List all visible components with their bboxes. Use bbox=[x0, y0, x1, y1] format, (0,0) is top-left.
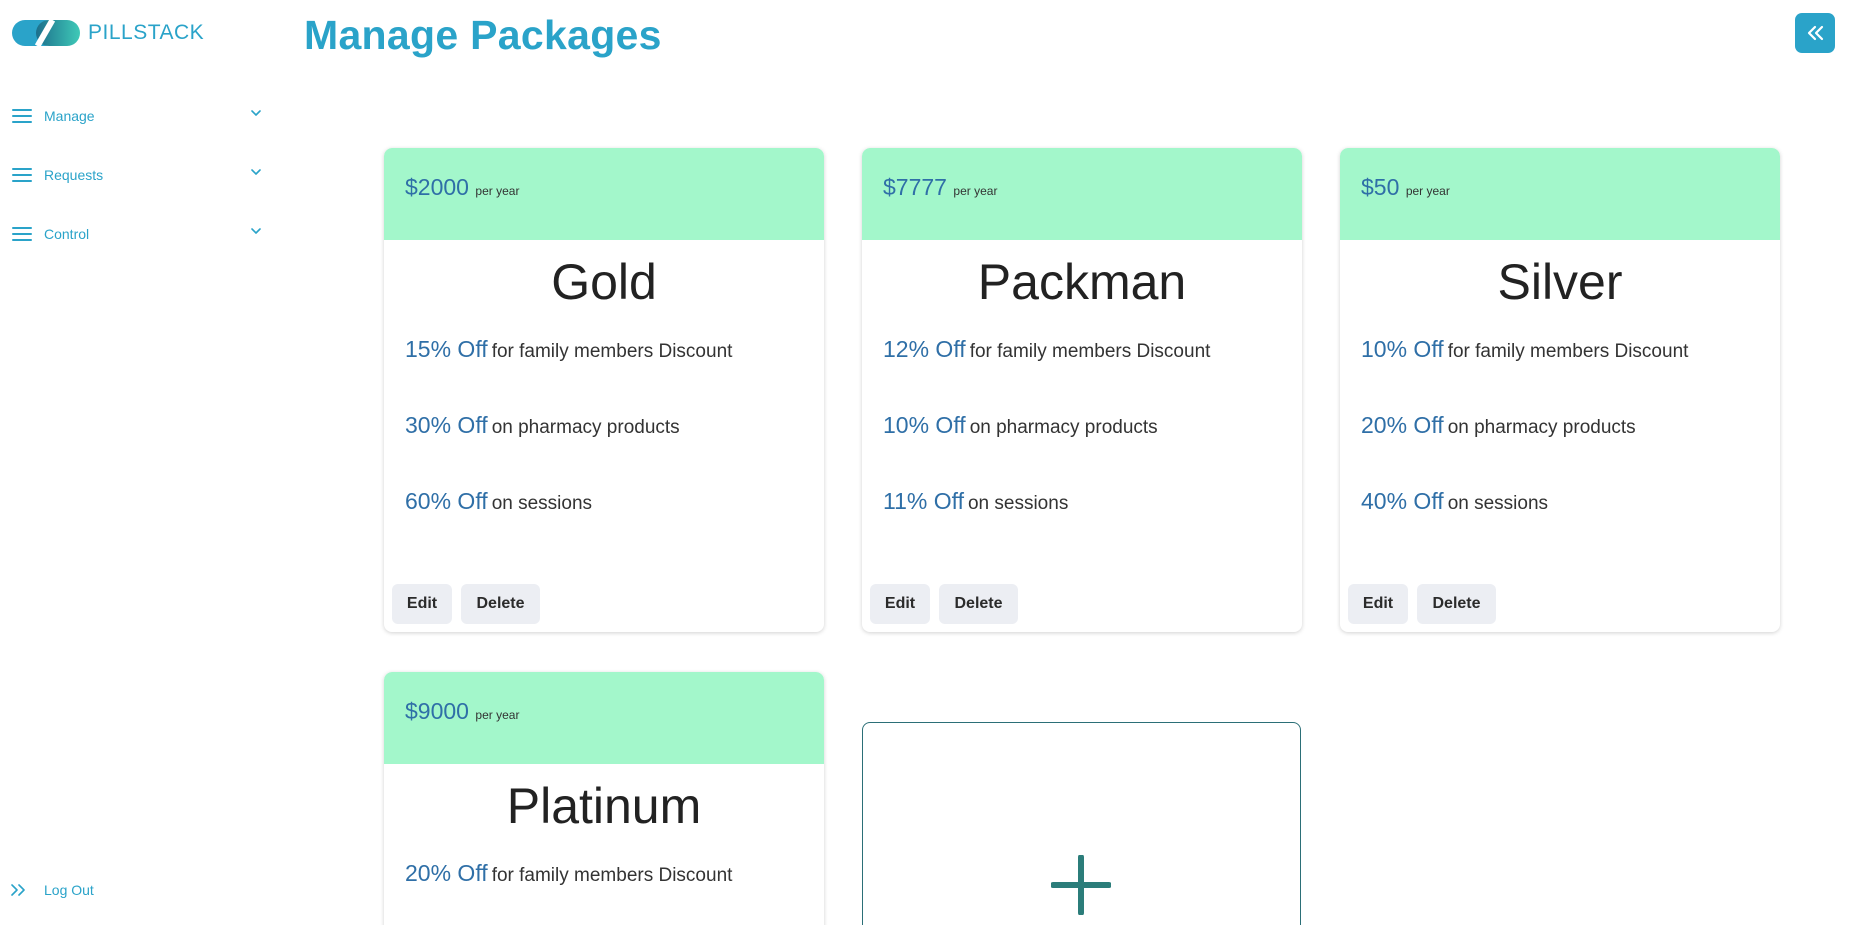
logout-link[interactable]: Log Out bbox=[10, 882, 94, 898]
hamburger-icon bbox=[12, 108, 32, 124]
package-name: Packman bbox=[977, 254, 1187, 310]
delete-button[interactable]: Delete bbox=[939, 584, 1018, 624]
feature-text: on sessions bbox=[967, 493, 1069, 514]
feature-text: on sessions bbox=[1447, 493, 1549, 514]
package-name: Platinum bbox=[506, 778, 702, 834]
edit-button[interactable]: Edit bbox=[392, 584, 452, 624]
sidebar-item-label: Manage bbox=[44, 108, 95, 124]
sidebar-item-label: Requests bbox=[44, 167, 104, 183]
feature-percent: 40% Off bbox=[1361, 488, 1444, 514]
sidebar-item-manage[interactable]: Manage bbox=[12, 104, 262, 128]
package-card-gold: $2000 per year Gold 15% Off for family me… bbox=[384, 148, 824, 632]
add-package-button[interactable] bbox=[862, 722, 1301, 925]
sidebar-item-requests[interactable]: Requests bbox=[12, 163, 262, 187]
feature-percent: 11% Off bbox=[883, 488, 964, 514]
feature-percent: 10% Off bbox=[883, 412, 966, 438]
feature-percent: 20% Off bbox=[1361, 412, 1444, 438]
hamburger-icon bbox=[12, 226, 32, 242]
hamburger-icon bbox=[12, 167, 32, 183]
package-price-header: $50 per year bbox=[1340, 148, 1780, 240]
feature-percent: 60% Off bbox=[405, 488, 488, 514]
sidebar-item-label: Control bbox=[44, 226, 90, 242]
feature-text: for family members Discount bbox=[1447, 341, 1689, 362]
feature-pharmacy-discount: 10% Off on pharmacy products bbox=[883, 412, 1158, 439]
feature-family-discount: 10% Off for family members Discount bbox=[1361, 336, 1688, 363]
package-card-packman: $7777 per year Packman 12% Off for family… bbox=[862, 148, 1302, 632]
page-title: Manage Packages bbox=[304, 12, 662, 58]
brand[interactable]: PILLSTACK bbox=[12, 18, 205, 48]
package-card-platinum: $9000 per year Platinum 20% Off for famil… bbox=[384, 672, 824, 925]
package-name: Gold bbox=[551, 254, 657, 310]
feature-percent: 20% Off bbox=[405, 860, 488, 886]
edit-button[interactable]: Edit bbox=[870, 584, 930, 624]
feature-sessions-discount: 60% Off on sessions bbox=[405, 488, 592, 515]
logout-label: Log Out bbox=[44, 882, 94, 898]
feature-text: for family members Discount bbox=[491, 865, 733, 886]
feature-sessions-discount: 40% Off on sessions bbox=[1361, 488, 1548, 515]
feature-text: on pharmacy products bbox=[969, 417, 1158, 438]
package-price: $7777 bbox=[883, 174, 947, 200]
delete-button[interactable]: Delete bbox=[1417, 584, 1496, 624]
package-period: per year bbox=[1405, 184, 1450, 198]
feature-text: on sessions bbox=[491, 493, 593, 514]
package-card-silver: $50 per year Silver 10% Off for family me… bbox=[1340, 148, 1780, 632]
double-chevron-right-icon bbox=[11, 884, 25, 896]
package-period: per year bbox=[475, 708, 520, 722]
feature-percent: 30% Off bbox=[405, 412, 488, 438]
package-price: $50 bbox=[1361, 174, 1400, 200]
sidebar-item-control[interactable]: Control bbox=[12, 222, 262, 246]
feature-text: on pharmacy products bbox=[1447, 417, 1636, 438]
package-price: $9000 bbox=[405, 698, 469, 724]
brand-name: PILLSTACK bbox=[88, 21, 205, 44]
package-name: Silver bbox=[1497, 254, 1623, 310]
feature-family-discount: 12% Off for family members Discount bbox=[883, 336, 1210, 363]
feature-text: for family members Discount bbox=[969, 341, 1211, 362]
feature-pharmacy-discount: 30% Off on pharmacy products bbox=[405, 412, 680, 439]
feature-percent: 12% Off bbox=[883, 336, 966, 362]
plus-icon bbox=[1051, 855, 1111, 915]
feature-family-discount: 20% Off for family members Discount bbox=[405, 860, 732, 887]
sidebar: PILLSTACK Manage Requests Control Log Ou… bbox=[0, 0, 270, 925]
feature-text: for family members Discount bbox=[491, 341, 733, 362]
edit-button[interactable]: Edit bbox=[1348, 584, 1408, 624]
package-price-header: $9000 per year bbox=[384, 672, 824, 764]
feature-pharmacy-discount: 20% Off on pharmacy products bbox=[1361, 412, 1636, 439]
chevron-down-icon bbox=[251, 169, 261, 175]
feature-percent: 10% Off bbox=[1361, 336, 1444, 362]
chevron-down-icon bbox=[251, 110, 261, 116]
package-price-header: $2000 per year bbox=[384, 148, 824, 240]
package-price-header: $7777 per year bbox=[862, 148, 1302, 240]
chevron-down-icon bbox=[251, 228, 261, 234]
feature-text: on pharmacy products bbox=[491, 417, 680, 438]
package-period: per year bbox=[953, 184, 998, 198]
collapse-sidebar-button[interactable] bbox=[1795, 13, 1835, 53]
feature-percent: 15% Off bbox=[405, 336, 488, 362]
package-price: $2000 bbox=[405, 174, 469, 200]
package-period: per year bbox=[475, 184, 520, 198]
feature-family-discount: 15% Off for family members Discount bbox=[405, 336, 732, 363]
delete-button[interactable]: Delete bbox=[461, 584, 540, 624]
double-chevron-left-icon bbox=[1807, 25, 1824, 41]
app-root: PILLSTACK Manage Requests Control Log Ou… bbox=[0, 0, 1850, 925]
feature-sessions-discount: 11% Off on sessions bbox=[883, 488, 1068, 515]
pillstack-logo-icon bbox=[12, 18, 80, 48]
